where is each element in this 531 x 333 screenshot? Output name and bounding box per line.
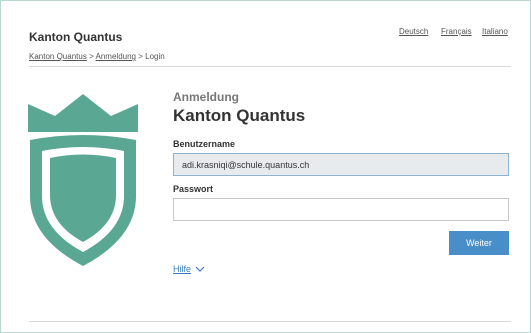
help-link[interactable]: Hilfe bbox=[173, 264, 191, 274]
chevron-down-icon bbox=[195, 266, 205, 272]
breadcrumb-current: Login bbox=[145, 52, 165, 61]
shield-crown-icon bbox=[28, 94, 138, 266]
language-link-it[interactable]: Italiano bbox=[482, 27, 508, 36]
login-subtitle: Anmeldung bbox=[173, 90, 239, 104]
breadcrumb-link-home[interactable]: Kanton Quantus bbox=[29, 52, 87, 61]
password-input[interactable] bbox=[173, 198, 509, 221]
breadcrumb-link-login-area[interactable]: Anmeldung bbox=[96, 52, 136, 61]
language-link-fr[interactable]: Français bbox=[441, 27, 472, 36]
footer-divider bbox=[29, 321, 511, 322]
brand-title: Kanton Quantus bbox=[29, 30, 123, 44]
header-divider bbox=[29, 66, 511, 67]
login-title: Kanton Quantus bbox=[173, 106, 306, 125]
breadcrumb-separator: > bbox=[138, 52, 143, 61]
username-label: Benutzername bbox=[173, 139, 236, 149]
password-label: Passwort bbox=[173, 184, 214, 194]
language-link-de[interactable]: Deutsch bbox=[399, 27, 428, 36]
breadcrumb-separator: > bbox=[89, 52, 94, 61]
submit-button[interactable]: Weiter bbox=[449, 231, 509, 255]
help-toggle[interactable]: Hilfe bbox=[173, 264, 205, 274]
breadcrumb: Kanton Quantus > Anmeldung > Login bbox=[29, 52, 165, 61]
username-input[interactable] bbox=[173, 153, 509, 176]
